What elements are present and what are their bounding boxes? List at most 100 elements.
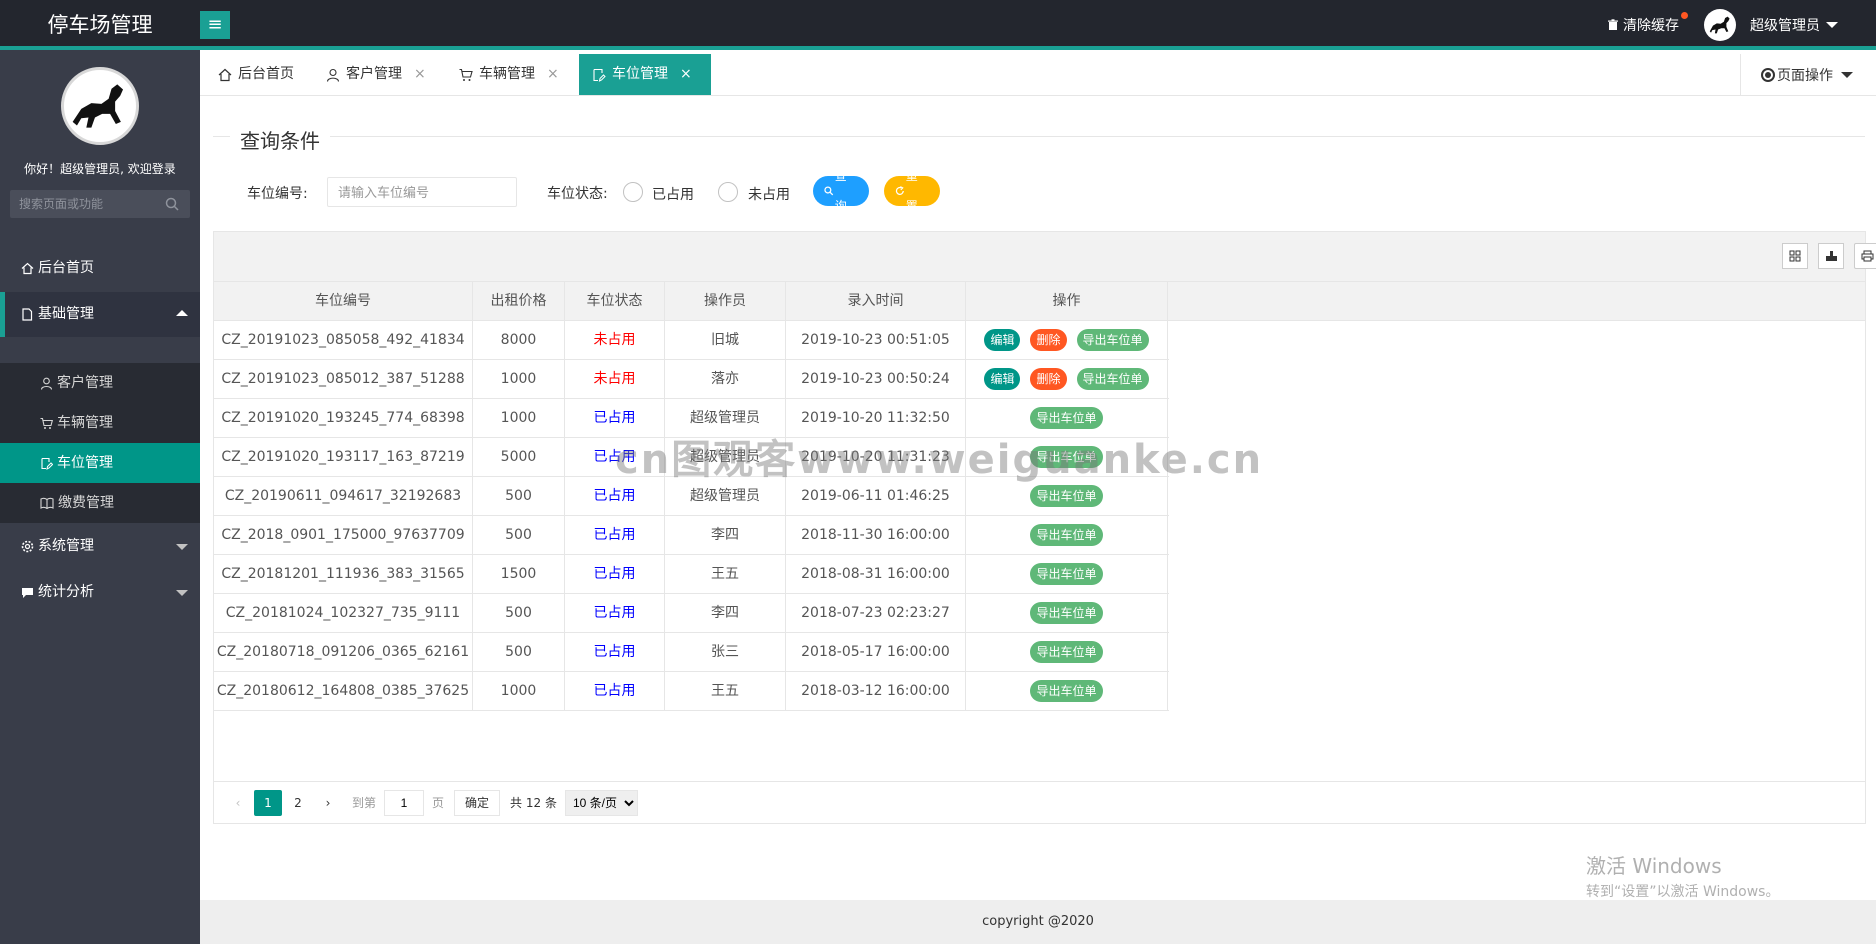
cell-code: CZ_20191023_085058_492_41834 xyxy=(214,321,473,359)
page-1-button[interactable]: 1 xyxy=(254,789,282,816)
cell-actions: 导出车位单 xyxy=(966,672,1168,710)
cell-operator: 超级管理员 xyxy=(665,477,786,515)
cell-time: 2019-06-11 01:46:25 xyxy=(786,477,966,515)
export-slip-button[interactable]: 导出车位单 xyxy=(1030,602,1103,624)
export-slip-button[interactable]: 导出车位单 xyxy=(1030,485,1103,507)
windows-activation-title: 激活 Windows xyxy=(1586,854,1722,878)
cell-time: 2019-10-23 00:51:05 xyxy=(786,321,966,359)
delete-button[interactable]: 删除 xyxy=(1030,329,1067,351)
export-icon[interactable] xyxy=(1818,243,1844,269)
query-legend: 查询条件 xyxy=(230,125,330,154)
goto-page-input[interactable] xyxy=(384,789,425,816)
top-header: 停车场管理 ≡ 清除缓存 超级管理员 xyxy=(0,0,1876,50)
edit-button[interactable]: 编辑 xyxy=(984,368,1021,390)
col-header-actions[interactable]: 操作 xyxy=(966,282,1168,321)
footer: copyright @2020 xyxy=(200,900,1876,944)
tab-vehicles[interactable]: 车辆管理 × xyxy=(441,54,579,95)
user-icon xyxy=(326,68,340,82)
app-logo[interactable]: 停车场管理 xyxy=(0,0,200,50)
table-row: CZ_20190611_094617_32192683 500 已占用 超级管理员 20… xyxy=(214,477,1169,516)
next-page-button[interactable]: › xyxy=(314,790,342,816)
goto-label: 到第 xyxy=(352,796,377,810)
cell-status: 已占用 xyxy=(565,438,665,476)
sidebar-item-basic[interactable]: 基础管理 xyxy=(0,292,200,337)
page-operations-menu[interactable]: 页面操作 xyxy=(1740,54,1876,95)
cell-actions: 导出车位单 xyxy=(966,477,1168,515)
page-operations-label: 页面操作 xyxy=(1777,67,1833,84)
home-icon xyxy=(20,262,34,276)
export-slip-button[interactable]: 导出车位单 xyxy=(1030,680,1103,702)
reset-button[interactable]: 重置 xyxy=(884,169,940,213)
user-icon xyxy=(40,377,53,390)
col-header-price[interactable]: 出租价格 xyxy=(473,282,565,321)
windows-activation-subtitle: 转到“设置”以激活 Windows。 xyxy=(1586,884,1780,900)
columns-filter-icon[interactable] xyxy=(1782,243,1808,269)
tab-customers[interactable]: 客户管理 × xyxy=(308,54,441,95)
parking-code-input[interactable] xyxy=(327,177,517,207)
chart-icon xyxy=(20,586,34,600)
search-icon[interactable] xyxy=(165,197,179,211)
hamburger-icon[interactable]: ≡ xyxy=(200,11,230,39)
tab-label: 车位管理 xyxy=(612,66,668,82)
sidebar-item-home[interactable]: 后台首页 xyxy=(0,246,200,291)
export-slip-button[interactable]: 导出车位单 xyxy=(1030,641,1103,663)
sidebar-search-input[interactable] xyxy=(10,190,190,218)
delete-button[interactable]: 删除 xyxy=(1030,368,1067,390)
col-header-time[interactable]: 录入时间 xyxy=(786,282,966,321)
page-2-button[interactable]: 2 xyxy=(284,790,312,816)
sidebar-item-system[interactable]: 系统管理 xyxy=(0,524,200,569)
print-icon[interactable] xyxy=(1854,243,1876,269)
sidebar-item-label: 基础管理 xyxy=(38,306,94,322)
prev-page-button[interactable]: ‹ xyxy=(224,790,252,816)
radio-free[interactable] xyxy=(718,182,738,202)
cell-status: 已占用 xyxy=(565,399,665,437)
export-slip-button[interactable]: 导出车位单 xyxy=(1030,407,1103,429)
radio-used-label[interactable]: 已占用 xyxy=(652,184,694,204)
search-button[interactable]: 查询 xyxy=(813,169,869,213)
sidebar-item-customers[interactable]: 客户管理 xyxy=(0,363,200,403)
table-row: CZ_20191020_193245_774_68398 1000 已占用 超级管理员… xyxy=(214,399,1169,438)
cell-actions: 导出车位单 xyxy=(966,594,1168,632)
goto-confirm-button[interactable]: 确定 xyxy=(454,789,501,816)
tab-home[interactable]: 后台首页 xyxy=(200,54,308,95)
cell-time: 2018-05-17 16:00:00 xyxy=(786,633,966,671)
sidebar-item-vehicles[interactable]: 车辆管理 xyxy=(0,403,200,443)
cell-status: 已占用 xyxy=(565,477,665,515)
clear-cache-button[interactable]: 清除缓存 xyxy=(1607,12,1688,35)
export-slip-button[interactable]: 导出车位单 xyxy=(1030,524,1103,546)
cell-actions: 编辑 删除 导出车位单 xyxy=(966,360,1168,398)
page-size-select[interactable]: 10 条/页 xyxy=(564,789,638,816)
col-header-operator[interactable]: 操作员 xyxy=(665,282,786,321)
tab-label: 客户管理 xyxy=(346,66,402,82)
sidebar-item-label: 客户管理 xyxy=(57,375,113,391)
export-slip-button[interactable]: 导出车位单 xyxy=(1076,368,1149,390)
table-row: CZ_20191023_085012_387_51288 1000 未占用 落亦 201… xyxy=(214,360,1169,399)
cell-operator: 旧城 xyxy=(665,321,786,359)
sidebar-item-statistics[interactable]: 统计分析 xyxy=(0,570,200,615)
close-icon[interactable]: × xyxy=(680,54,692,95)
welcome-text: 你好！超级管理员, 欢迎登录 xyxy=(24,162,176,176)
chevron-down-icon xyxy=(176,590,188,596)
radio-free-label[interactable]: 未占用 xyxy=(748,184,790,204)
tab-parking-spaces[interactable]: 车位管理 × xyxy=(579,54,711,95)
col-header-status[interactable]: 车位状态 xyxy=(565,282,665,321)
edit-button[interactable]: 编辑 xyxy=(984,329,1021,351)
cell-code: CZ_20180718_091206_0365_62161 xyxy=(214,633,473,671)
export-slip-button[interactable]: 导出车位单 xyxy=(1030,446,1103,468)
export-slip-button[interactable]: 导出车位单 xyxy=(1030,563,1103,585)
export-slip-button[interactable]: 导出车位单 xyxy=(1076,329,1149,351)
radio-used[interactable] xyxy=(623,182,643,202)
refresh-icon xyxy=(895,186,904,195)
col-header-code[interactable]: 车位编号 xyxy=(214,282,473,321)
cell-price: 8000 xyxy=(473,321,565,359)
cell-status: 已占用 xyxy=(565,516,665,554)
home-icon xyxy=(218,68,232,82)
user-menu[interactable]: 超级管理员 xyxy=(1704,9,1838,41)
close-icon[interactable]: × xyxy=(547,54,559,95)
cell-time: 2019-10-20 11:32:50 xyxy=(786,399,966,437)
sidebar-item-payments[interactable]: 缴费管理 xyxy=(0,483,200,523)
sidebar-item-parking-spaces[interactable]: 车位管理 xyxy=(0,443,200,483)
close-icon[interactable]: × xyxy=(414,54,426,95)
reset-button-label: 重置 xyxy=(905,169,918,213)
windows-activation-notice: 激活 Windows 转到“设置”以激活 Windows。 xyxy=(1586,850,1779,901)
